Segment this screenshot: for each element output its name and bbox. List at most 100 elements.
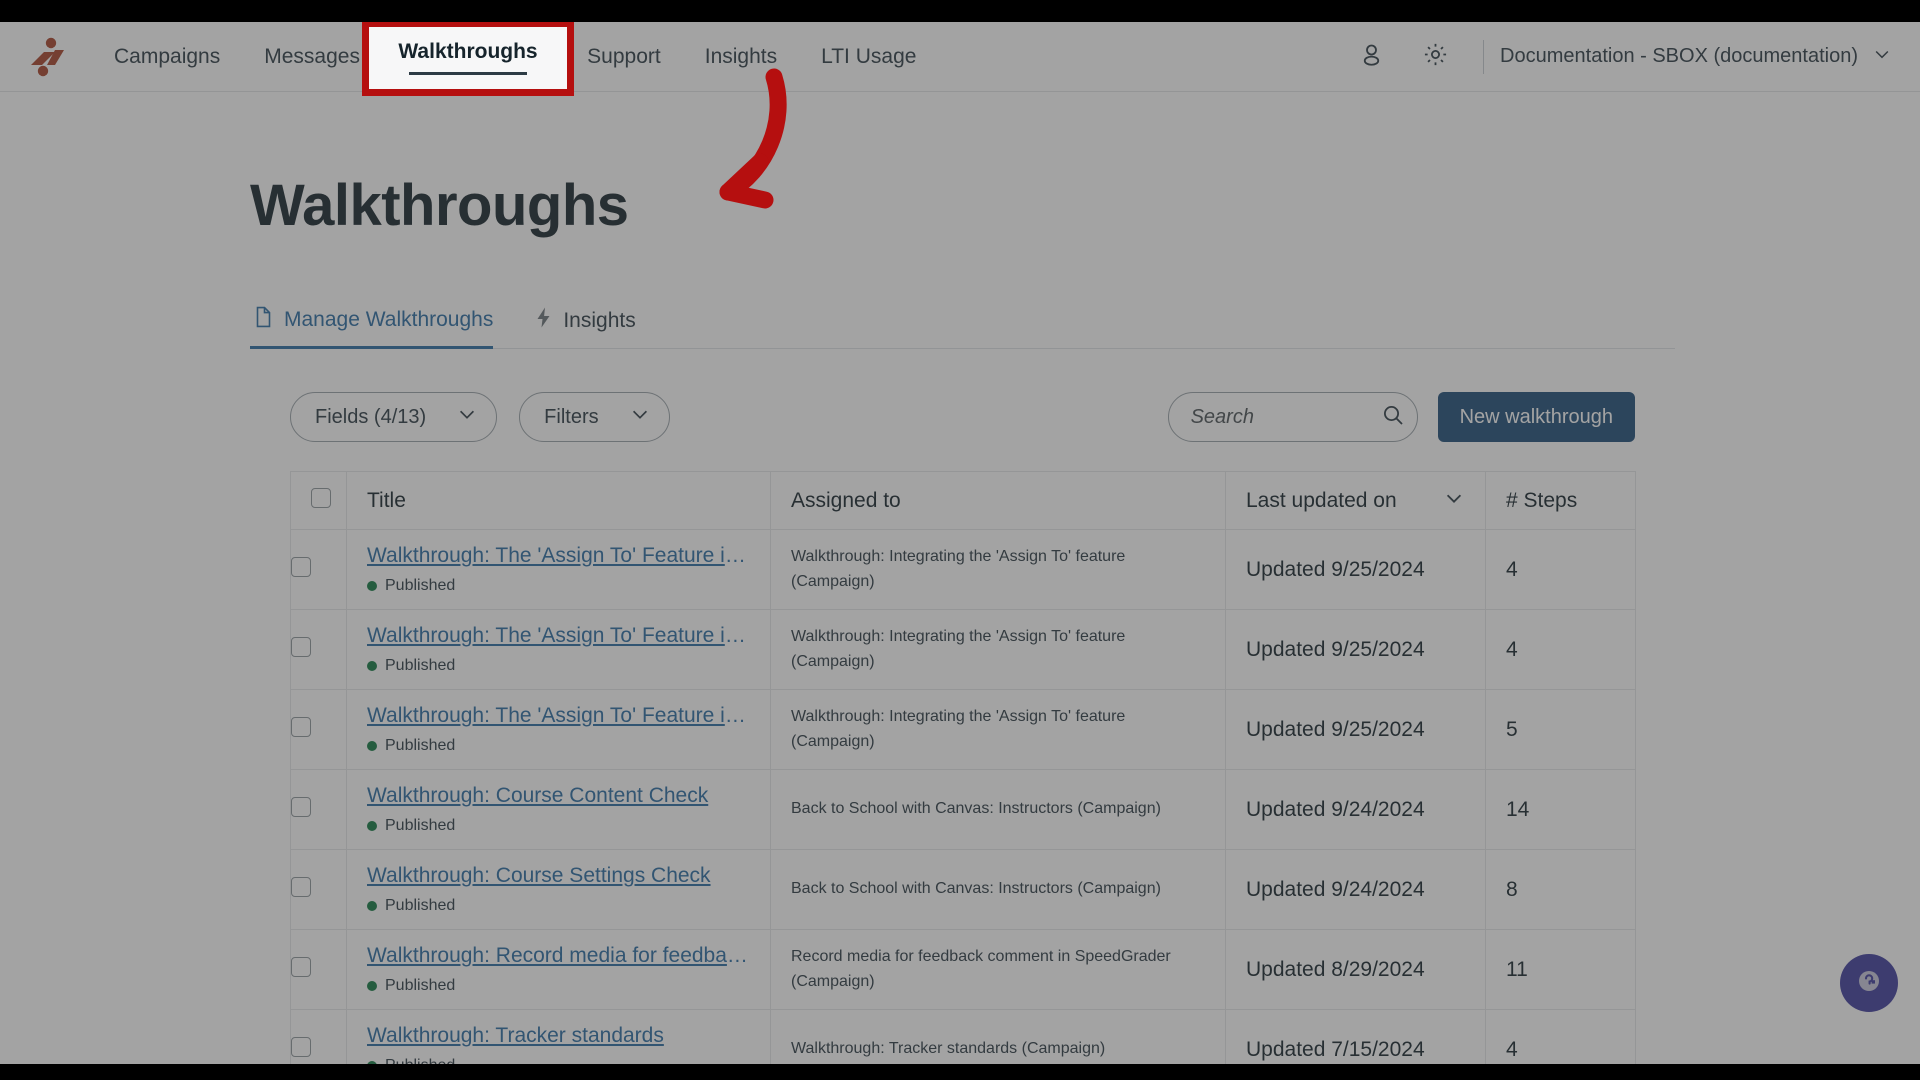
- nav-item-messages[interactable]: Messages: [242, 22, 382, 91]
- impact-logo[interactable]: [24, 34, 70, 80]
- column-header-last-updated[interactable]: Last updated on: [1225, 471, 1486, 530]
- row-title-cell: Walkthrough: Course Settings Check Publi…: [346, 849, 771, 930]
- walkthrough-link[interactable]: Walkthrough: The 'Assign To' Feature in …: [367, 704, 750, 728]
- status-badge: Published: [367, 577, 750, 595]
- status-badge: Published: [367, 1057, 750, 1064]
- nav-item-lti-usage[interactable]: LTI Usage: [799, 22, 938, 91]
- row-checkbox[interactable]: [291, 717, 311, 737]
- table-row[interactable]: Walkthrough: The 'Assign To' Feature in …: [290, 609, 1636, 690]
- screenshot-root: Campaigns Messages Walkthroughs Support …: [0, 0, 1920, 1080]
- steps-count: 4: [1506, 557, 1518, 581]
- row-title-cell: Walkthrough: The 'Assign To' Feature in …: [346, 609, 771, 690]
- table-row[interactable]: Walkthrough: Course Content Check Publis…: [290, 769, 1636, 850]
- assigned-to-text: Back to School with Canvas: Instructors …: [791, 800, 1161, 818]
- row-assigned-cell: Walkthrough: Integrating the 'Assign To'…: [770, 529, 1226, 610]
- row-checkbox[interactable]: [291, 637, 311, 657]
- row-checkbox[interactable]: [291, 797, 311, 817]
- steps-count: 5: [1506, 717, 1518, 741]
- nav-label: Insights: [704, 44, 778, 68]
- updated-text: Updated 9/25/2024: [1246, 557, 1425, 581]
- table-row[interactable]: Walkthrough: Tracker standards Published…: [290, 1009, 1636, 1064]
- tab-label: Insights: [563, 308, 636, 332]
- walkthrough-link[interactable]: Walkthrough: Course Content Check: [367, 784, 750, 808]
- status-dot-icon: [367, 661, 377, 671]
- row-updated-cell: Updated 9/24/2024: [1225, 849, 1486, 930]
- assigned-to-text: Back to School with Canvas: Instructors …: [791, 880, 1161, 898]
- sort-chevron-down-icon[interactable]: [1443, 487, 1465, 515]
- steps-count: 14: [1506, 797, 1530, 821]
- document-icon: [254, 306, 273, 334]
- row-checkbox[interactable]: [291, 1037, 311, 1057]
- status-label: Published: [385, 977, 456, 994]
- row-assigned-cell: Walkthrough: Tracker standards (Campaign…: [770, 1009, 1226, 1064]
- column-header-assigned-to[interactable]: Assigned to: [770, 471, 1226, 530]
- lightning-icon: [535, 307, 552, 334]
- table-row[interactable]: Walkthrough: Course Settings Check Publi…: [290, 849, 1636, 930]
- select-all-checkbox[interactable]: [311, 487, 331, 508]
- account-dropdown[interactable]: Documentation - SBOX (documentation): [1500, 44, 1892, 70]
- help-button[interactable]: [1840, 954, 1898, 1012]
- walkthrough-link[interactable]: Walkthrough: Course Settings Check: [367, 864, 750, 888]
- row-title-cell: Walkthrough: Tracker standards Published: [346, 1009, 771, 1064]
- updated-text: Updated 9/24/2024: [1246, 797, 1425, 821]
- updated-text: Updated 9/25/2024: [1246, 637, 1425, 661]
- walkthrough-link[interactable]: Walkthrough: Tracker standards: [367, 1024, 750, 1048]
- row-updated-cell: Updated 9/25/2024: [1225, 689, 1486, 770]
- settings-button[interactable]: [1413, 35, 1457, 79]
- highlighted-nav-walkthroughs[interactable]: Walkthroughs: [362, 22, 574, 92]
- table-row[interactable]: Walkthrough: Record media for feedback .…: [290, 929, 1636, 1010]
- column-header-title[interactable]: Title: [346, 471, 771, 530]
- search-input[interactable]: [1190, 405, 1381, 429]
- walkthrough-link[interactable]: Walkthrough: Record media for feedback .…: [367, 944, 750, 968]
- status-dot-icon: [367, 821, 377, 831]
- filters-dropdown[interactable]: Filters: [519, 392, 670, 442]
- status-dot-icon: [367, 581, 377, 591]
- nav-item-insights[interactable]: Insights: [683, 22, 799, 91]
- status-dot-icon: [367, 741, 377, 751]
- nav-item-support[interactable]: Support: [565, 22, 683, 91]
- new-walkthrough-button[interactable]: New walkthrough: [1437, 392, 1635, 442]
- row-select-cell: [290, 929, 347, 1010]
- row-checkbox[interactable]: [291, 957, 311, 977]
- row-updated-cell: Updated 9/25/2024: [1225, 529, 1486, 610]
- table-row[interactable]: Walkthrough: The 'Assign To' Feature in …: [290, 689, 1636, 770]
- walkthrough-link[interactable]: Walkthrough: The 'Assign To' Feature in …: [367, 624, 750, 648]
- search-icon[interactable]: [1381, 403, 1405, 432]
- chevron-down-icon: [629, 403, 651, 431]
- row-checkbox[interactable]: [291, 557, 311, 577]
- column-header-label: Last updated on: [1246, 488, 1397, 512]
- walkthroughs-card: Fields (4/13) Filters Search New walkthr…: [250, 389, 1675, 1064]
- row-updated-cell: Updated 9/24/2024: [1225, 769, 1486, 850]
- row-steps-cell: 4: [1485, 609, 1636, 690]
- account-label: Documentation - SBOX (documentation): [1500, 45, 1858, 67]
- updated-text: Updated 7/15/2024: [1246, 1037, 1425, 1061]
- highlight-content: Walkthroughs: [362, 22, 574, 92]
- tab-manage-walkthroughs[interactable]: Manage Walkthroughs: [250, 306, 505, 349]
- row-steps-cell: 5: [1485, 689, 1636, 770]
- steps-count: 11: [1506, 957, 1528, 981]
- status-label: Published: [385, 577, 456, 594]
- letterbox-bottom: [0, 1064, 1920, 1080]
- nav-item-campaigns[interactable]: Campaigns: [92, 22, 242, 91]
- search-box[interactable]: [1167, 392, 1418, 442]
- table-toolbar: Fields (4/13) Filters Search New walkthr…: [250, 389, 1675, 445]
- status-dot-icon: [367, 981, 377, 991]
- top-nav-right: Documentation - SBOX (documentation): [1339, 22, 1920, 91]
- assigned-to-text: Walkthrough: Integrating the 'Assign To'…: [791, 707, 1126, 750]
- row-select-cell: [290, 529, 347, 610]
- nav-label: LTI Usage: [821, 44, 917, 68]
- status-badge: Published: [367, 737, 750, 755]
- search-and-actions: New walkthrough: [1167, 392, 1635, 442]
- help-bubble-icon: [1855, 967, 1883, 1000]
- walkthrough-link[interactable]: Walkthrough: The 'Assign To' Feature in …: [367, 544, 750, 568]
- active-underline: [409, 71, 527, 75]
- fields-dropdown[interactable]: Fields (4/13): [290, 392, 498, 442]
- row-steps-cell: 4: [1485, 529, 1636, 610]
- tab-insights[interactable]: Insights: [531, 307, 647, 348]
- table-row[interactable]: Walkthrough: The 'Assign To' Feature in …: [290, 529, 1636, 610]
- user-account-button[interactable]: [1349, 35, 1393, 79]
- column-header-steps[interactable]: # Steps: [1485, 471, 1636, 530]
- top-navigation-bar: Campaigns Messages Walkthroughs Support …: [0, 22, 1920, 92]
- row-checkbox[interactable]: [291, 877, 311, 897]
- nav-label: Campaigns: [114, 44, 221, 68]
